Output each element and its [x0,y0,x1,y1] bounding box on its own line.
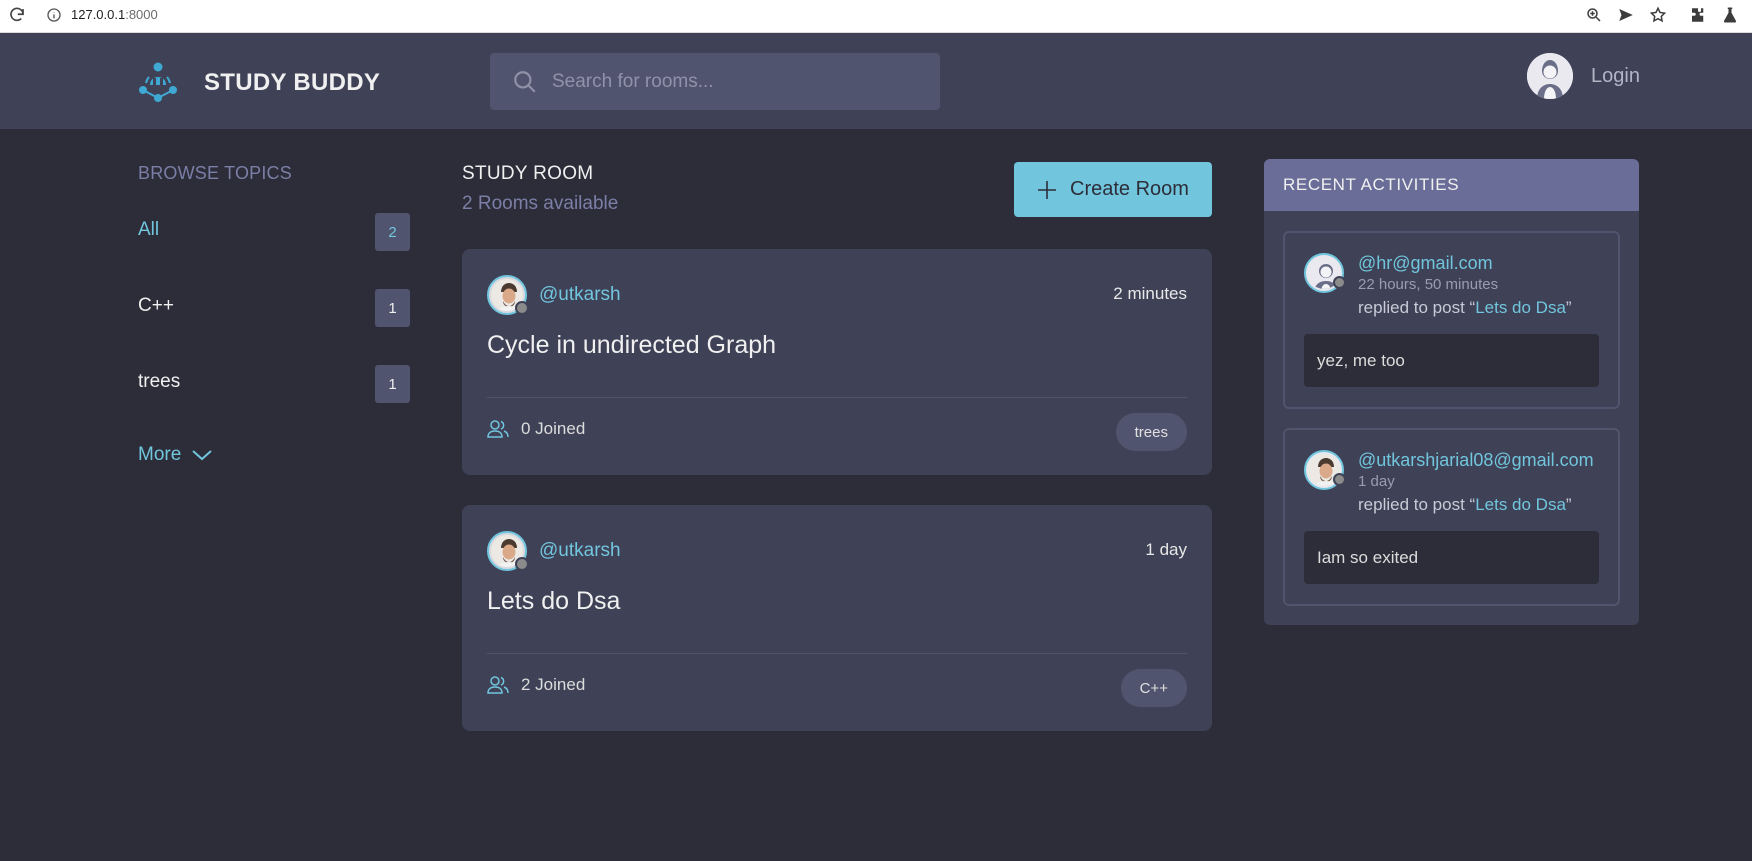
room-card[interactable]: @utkarsh 1 day Lets do Dsa 2 Joined C++ [462,505,1212,731]
participants-count: 0 Joined [487,419,585,439]
host-username[interactable]: @utkarsh [539,540,621,562]
room-timestamp: 2 minutes [1113,284,1187,303]
participants-count: 2 Joined [487,675,585,695]
divider [487,397,1187,398]
room-timestamp: 1 day [1145,540,1187,559]
avatar[interactable] [1527,53,1573,99]
status-indicator [1333,473,1346,486]
activity-message: Iam so exited [1304,531,1599,584]
status-indicator [515,557,529,571]
room-card[interactable]: @utkarsh 2 minutes Cycle in undirected G… [462,249,1212,475]
topic-count-badge: 1 [375,289,410,327]
topic-label: C++ [138,295,174,316]
users-icon [487,676,509,694]
topic-tag[interactable]: trees [1115,413,1187,451]
page-title: STUDY ROOM [462,163,594,184]
site-header: STUDY BUDDY Login [0,33,1752,129]
room-host[interactable]: @utkarsh [487,531,621,571]
create-room-button[interactable]: Create Room [1014,162,1212,217]
topic-item-cpp[interactable]: C++ 1 [138,289,410,329]
activity-timestamp: 22 hours, 50 minutes [1358,276,1499,293]
action-quote-close: ” [1565,298,1572,317]
activity-item: @hr@gmail.com 22 hours, 50 minutes repli… [1283,231,1620,409]
extensions-icon[interactable] [1689,6,1707,24]
study-buddy-logo-icon[interactable] [137,61,179,103]
activity-username[interactable]: @hr@gmail.com [1358,253,1493,274]
post-link[interactable]: Lets do Dsa [1475,298,1566,317]
plus-icon [1038,180,1056,199]
brand-name[interactable]: STUDY BUDDY [204,69,380,97]
address-bar[interactable]: 127.0.0.1:8000 [71,7,158,22]
rooms-available-count: 2 Rooms available [462,193,619,214]
avatar[interactable] [1304,253,1346,293]
activity-action: replied to post “Lets do Dsa” [1358,298,1572,318]
search-icon [514,71,536,93]
activity-timestamp: 1 day [1358,473,1395,490]
zoom-icon[interactable] [1585,6,1603,24]
more-topics-button[interactable]: More [138,444,213,466]
room-host[interactable]: @utkarsh [487,275,621,315]
host-username[interactable]: @utkarsh [539,284,621,306]
topic-count-badge: 2 [375,213,410,251]
chevron-down-icon [192,450,212,461]
room-name[interactable]: Cycle in undirected Graph [487,331,776,360]
topic-item-trees[interactable]: trees 1 [138,365,410,405]
divider [487,653,1187,654]
user-menu[interactable]: Login [1527,53,1640,99]
browse-topics-heading: BROWSE TOPICS [138,163,292,183]
recent-activities-heading: RECENT ACTIVITIES [1264,159,1639,211]
status-indicator [515,301,529,315]
topic-count-badge: 1 [375,365,410,403]
action-text: replied to post “ [1358,298,1476,317]
joined-label: 0 Joined [521,419,586,438]
star-icon[interactable] [1649,6,1667,24]
reload-icon[interactable] [8,6,26,24]
avatar[interactable] [487,531,529,571]
more-label: More [138,444,182,465]
url-host: 127.0.0.1 [71,7,126,22]
create-room-label: Create Room [1070,178,1189,200]
room-name[interactable]: Lets do Dsa [487,587,620,616]
action-quote-close: ” [1565,495,1572,514]
activity-message: yez, me too [1304,334,1599,387]
post-link[interactable]: Lets do Dsa [1475,495,1566,514]
search-bar[interactable] [490,53,940,110]
recent-activities-panel: RECENT ACTIVITIES @hr@gmail.com 22 hours… [1264,159,1639,625]
action-text: replied to post “ [1358,495,1476,514]
site-info-icon[interactable] [46,7,62,23]
send-icon[interactable] [1617,6,1635,24]
avatar[interactable] [487,275,529,315]
activity-username[interactable]: @utkarshjarial08@gmail.com [1358,450,1594,471]
topic-tag[interactable]: C++ [1120,669,1187,707]
status-indicator [1333,276,1346,289]
browser-toolbar: 127.0.0.1:8000 [0,0,1752,33]
topic-label: trees [138,371,181,392]
topic-label: All [138,219,160,240]
users-icon [487,420,509,438]
login-link[interactable]: Login [1591,65,1640,88]
avatar[interactable] [1304,450,1346,490]
url-port: :8000 [125,7,158,22]
search-input[interactable] [552,53,922,110]
topic-item-all[interactable]: All 2 [138,213,410,253]
joined-label: 2 Joined [521,675,586,694]
activity-item: @utkarshjarial08@gmail.com 1 day replied… [1283,428,1620,606]
activity-action: replied to post “Lets do Dsa” [1358,495,1572,515]
default-user-icon [1527,53,1573,99]
flask-icon[interactable] [1721,6,1739,24]
